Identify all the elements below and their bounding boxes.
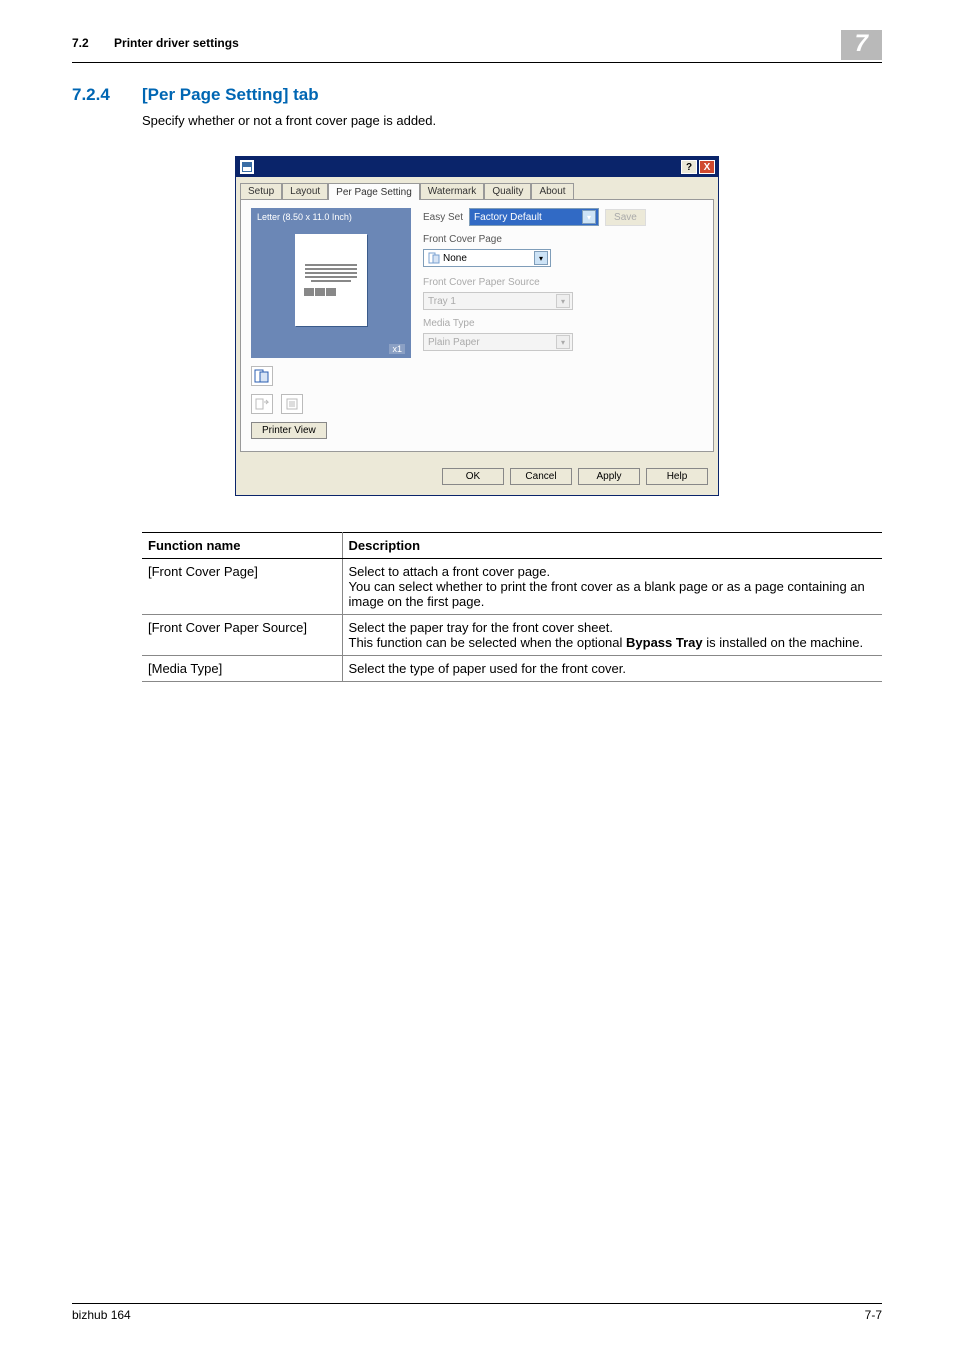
footer-left: bizhub 164 <box>72 1308 131 1322</box>
page-header: 7.2 Printer driver settings 7 <box>72 30 882 63</box>
func-desc: Select the paper tray for the front cove… <box>342 615 882 656</box>
footer-right: 7-7 <box>865 1308 882 1322</box>
tab-layout[interactable]: Layout <box>282 183 328 199</box>
dialog-button-row: OK Cancel Apply Help <box>236 460 718 495</box>
app-icon <box>240 160 254 174</box>
help-button[interactable]: ? <box>681 160 697 174</box>
easy-set-label: Easy Set <box>423 212 463 223</box>
printer-view-button[interactable]: Printer View <box>251 422 327 439</box>
orientation-icon[interactable] <box>251 394 273 414</box>
front-cover-page-value: None <box>443 253 467 264</box>
header-section-number: 7.2 <box>72 36 89 50</box>
intro-text: Specify whether or not a front cover pag… <box>142 113 882 128</box>
func-desc: Select to attach a front cover page. You… <box>342 559 882 615</box>
table-row: [Front Cover Paper Source] Select the pa… <box>142 615 882 656</box>
media-type-select: Plain Paper ▾ <box>423 333 573 351</box>
table-row: [Front Cover Page] Select to attach a fr… <box>142 559 882 615</box>
list-icon[interactable] <box>281 394 303 414</box>
front-cover-source-select: Tray 1 ▾ <box>423 292 573 310</box>
media-type-label: Media Type <box>423 318 703 329</box>
func-name: [Front Cover Page] <box>142 559 342 615</box>
preview-paper-label: Letter (8.50 x 11.0 Inch) <box>257 212 405 222</box>
chapter-badge: 7 <box>841 30 882 60</box>
front-cover-source-label: Front Cover Paper Source <box>423 277 703 288</box>
tab-about[interactable]: About <box>531 183 573 199</box>
tab-watermark[interactable]: Watermark <box>420 183 485 199</box>
page-icon <box>428 252 440 264</box>
tab-quality[interactable]: Quality <box>484 183 531 199</box>
func-name: [Front Cover Paper Source] <box>142 615 342 656</box>
easy-set-select[interactable]: Factory Default ▾ <box>469 208 599 226</box>
header-left: 7.2 Printer driver settings <box>72 30 239 50</box>
front-cover-source-value: Tray 1 <box>428 296 456 307</box>
section-heading: 7.2.4 [Per Page Setting] tab <box>72 85 882 105</box>
cancel-button[interactable]: Cancel <box>510 468 572 485</box>
tab-setup[interactable]: Setup <box>240 183 282 199</box>
ok-button[interactable]: OK <box>442 468 504 485</box>
preview-count: x1 <box>389 344 405 354</box>
close-button[interactable]: X <box>699 160 715 174</box>
media-type-value: Plain Paper <box>428 337 480 348</box>
func-name: [Media Type] <box>142 656 342 682</box>
tab-body: Letter (8.50 x 11.0 Inch) x1 <box>240 199 714 452</box>
easy-set-save-button[interactable]: Save <box>605 209 646 226</box>
chevron-down-icon: ▾ <box>556 294 570 308</box>
func-desc: Select the type of paper used for the fr… <box>342 656 882 682</box>
front-cover-page-select[interactable]: None ▾ <box>423 249 551 267</box>
help-button[interactable]: Help <box>646 468 708 485</box>
table-header-name: Function name <box>142 533 342 559</box>
page-side-icon[interactable] <box>251 366 273 386</box>
front-cover-page-label: Front Cover Page <box>423 234 703 245</box>
apply-button[interactable]: Apply <box>578 468 640 485</box>
header-section-title: Printer driver settings <box>114 36 239 50</box>
dialog-window: ? X Setup Layout Per Page Setting Waterm… <box>235 156 719 496</box>
page-preview: Letter (8.50 x 11.0 Inch) x1 <box>251 208 411 358</box>
preview-paper-icon <box>295 234 367 326</box>
table-row: [Media Type] Select the type of paper us… <box>142 656 882 682</box>
titlebar: ? X <box>236 157 718 177</box>
tab-per-page-setting[interactable]: Per Page Setting <box>328 183 420 200</box>
heading-title: [Per Page Setting] tab <box>142 85 319 105</box>
table-header-desc: Description <box>342 533 882 559</box>
heading-number: 7.2.4 <box>72 85 142 105</box>
chevron-down-icon: ▾ <box>556 335 570 349</box>
page-footer: bizhub 164 7-7 <box>72 1303 882 1322</box>
tab-strip: Setup Layout Per Page Setting Watermark … <box>240 181 714 199</box>
function-table: Function name Description [Front Cover P… <box>142 532 882 682</box>
chevron-down-icon: ▾ <box>582 210 596 224</box>
chevron-down-icon: ▾ <box>534 251 548 265</box>
easy-set-value: Factory Default <box>474 212 542 223</box>
